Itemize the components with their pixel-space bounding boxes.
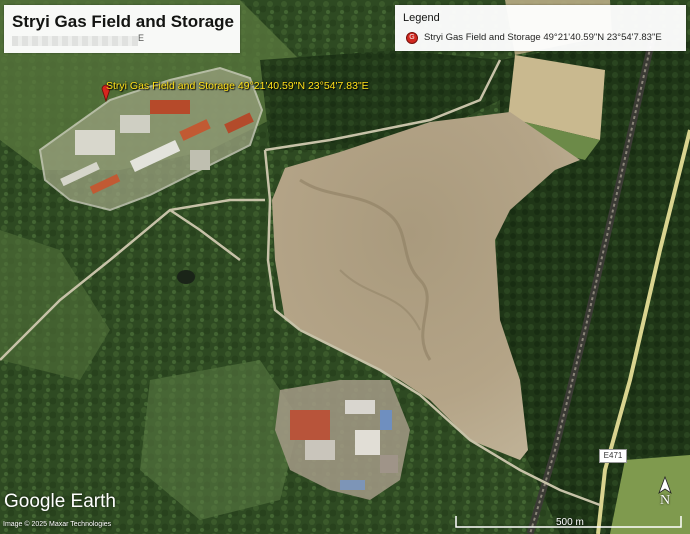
legend-entry[interactable]: Stryi Gas Field and Storage 49°21'40.59"…: [424, 32, 662, 43]
scale-label: 500 m: [556, 517, 584, 528]
legend-heading: Legend: [403, 12, 440, 24]
image-credit: Image © 2025 Maxar Technologies: [3, 521, 112, 528]
placemark-label[interactable]: Stryi Gas Field and Storage 49°21'40.59"…: [106, 80, 369, 92]
pond: [177, 270, 195, 284]
google-earth-logo: Google Earth: [4, 491, 116, 512]
legend-panel: Legend G Stryi Gas Field and Storage 49°…: [395, 5, 686, 51]
title-subtext-label: E: [137, 33, 144, 43]
placemark-icon: G: [406, 32, 418, 44]
map-title: Stryi Gas Field and Storage: [12, 12, 235, 31]
road-label-e471: E471: [599, 449, 627, 463]
title-panel: Stryi Gas Field and Storage E: [4, 5, 240, 53]
title-subtext: E: [12, 33, 144, 46]
compass-letter: N: [659, 493, 671, 508]
